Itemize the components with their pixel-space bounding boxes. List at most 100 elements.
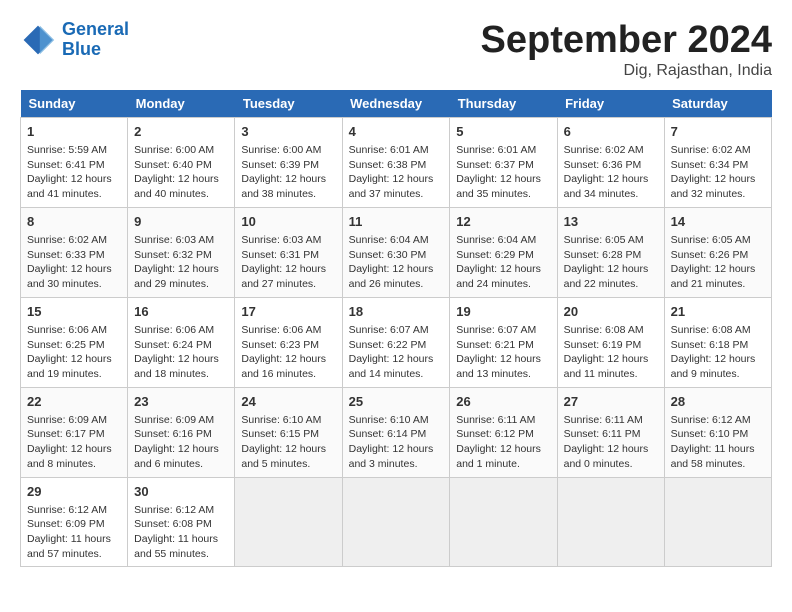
day-info: Sunset: 6:24 PM xyxy=(134,338,228,353)
day-info: Sunrise: 6:11 AM xyxy=(564,413,658,428)
day-number: 24 xyxy=(241,393,335,411)
day-info: Sunset: 6:29 PM xyxy=(456,248,550,263)
day-info: Daylight: 12 hours and 13 minutes. xyxy=(456,352,550,381)
day-info: Sunrise: 6:09 AM xyxy=(27,413,121,428)
day-info: Daylight: 12 hours and 32 minutes. xyxy=(671,172,765,201)
col-header-saturday: Saturday xyxy=(664,90,771,118)
day-info: Sunset: 6:09 PM xyxy=(27,517,121,532)
calendar-cell: 20Sunrise: 6:08 AMSunset: 6:19 PMDayligh… xyxy=(557,297,664,387)
day-info: Sunset: 6:19 PM xyxy=(564,338,658,353)
day-info: Sunrise: 6:05 AM xyxy=(671,233,765,248)
day-info: Sunrise: 6:08 AM xyxy=(564,323,658,338)
day-info: Daylight: 11 hours and 58 minutes. xyxy=(671,442,765,471)
day-info: Sunset: 6:30 PM xyxy=(349,248,444,263)
calendar-cell: 22Sunrise: 6:09 AMSunset: 6:17 PMDayligh… xyxy=(21,387,128,477)
calendar-cell: 30Sunrise: 6:12 AMSunset: 6:08 PMDayligh… xyxy=(128,477,235,567)
day-info: Sunrise: 6:03 AM xyxy=(241,233,335,248)
day-number: 15 xyxy=(27,303,121,321)
day-info: Sunrise: 6:12 AM xyxy=(27,503,121,518)
day-info: Daylight: 12 hours and 24 minutes. xyxy=(456,262,550,291)
day-info: Sunrise: 6:02 AM xyxy=(27,233,121,248)
day-info: Sunrise: 6:05 AM xyxy=(564,233,658,248)
day-number: 17 xyxy=(241,303,335,321)
day-info: Sunrise: 6:10 AM xyxy=(349,413,444,428)
day-number: 6 xyxy=(564,123,658,141)
day-info: Sunset: 6:26 PM xyxy=(671,248,765,263)
calendar-cell xyxy=(664,477,771,567)
day-number: 9 xyxy=(134,213,228,231)
day-info: Sunrise: 6:04 AM xyxy=(456,233,550,248)
calendar-cell xyxy=(342,477,450,567)
day-info: Sunrise: 6:12 AM xyxy=(671,413,765,428)
day-number: 4 xyxy=(349,123,444,141)
day-info: Sunset: 6:39 PM xyxy=(241,158,335,173)
calendar-cell: 18 Sunrise: 6:07 AMSunset: 6:22 PMDayligh… xyxy=(342,297,450,387)
day-number: 8 xyxy=(27,213,121,231)
day-info: Sunrise: 6:04 AM xyxy=(349,233,444,248)
day-info: Daylight: 12 hours and 19 minutes. xyxy=(27,352,121,381)
day-info: Sunrise: 6:00 AM xyxy=(134,143,228,158)
day-number: 27 xyxy=(564,393,658,411)
day-info: Daylight: 12 hours and 34 minutes. xyxy=(564,172,658,201)
day-info: Daylight: 12 hours and 40 minutes. xyxy=(134,172,228,201)
page-header: General Blue September 2024 Dig, Rajasth… xyxy=(20,20,772,80)
calendar-row: 1Sunrise: 5:59 AMSunset: 6:41 PMDaylight… xyxy=(21,117,772,207)
calendar-cell xyxy=(235,477,342,567)
day-info: Sunrise: 6:01 AM xyxy=(456,143,550,158)
day-info: Sunset: 6:18 PM xyxy=(671,338,765,353)
day-info: Sunset: 6:23 PM xyxy=(241,338,335,353)
calendar-cell: 9Sunrise: 6:03 AMSunset: 6:32 PMDaylight… xyxy=(128,207,235,297)
day-info: Sunrise: 6:07 AM xyxy=(349,323,444,338)
col-header-tuesday: Tuesday xyxy=(235,90,342,118)
calendar-cell: 23Sunrise: 6:09 AMSunset: 6:16 PMDayligh… xyxy=(128,387,235,477)
calendar-cell: 19Sunrise: 6:07 AMSunset: 6:21 PMDayligh… xyxy=(450,297,557,387)
calendar-table: SundayMondayTuesdayWednesdayThursdayFrid… xyxy=(20,90,772,568)
calendar-cell: 25Sunrise: 6:10 AMSunset: 6:14 PMDayligh… xyxy=(342,387,450,477)
day-number: 1 xyxy=(27,123,121,141)
day-info: Sunset: 6:16 PM xyxy=(134,427,228,442)
day-info: Daylight: 12 hours and 14 minutes. xyxy=(349,352,444,381)
day-info: Sunset: 6:15 PM xyxy=(241,427,335,442)
calendar-cell: 11Sunrise: 6:04 AMSunset: 6:30 PMDayligh… xyxy=(342,207,450,297)
day-info: Sunrise: 6:12 AM xyxy=(134,503,228,518)
day-info: Daylight: 12 hours and 29 minutes. xyxy=(134,262,228,291)
calendar-row: 8 Sunrise: 6:02 AMSunset: 6:33 PM Daylight… xyxy=(21,207,772,297)
day-number: 18 xyxy=(349,303,444,321)
header-row: SundayMondayTuesdayWednesdayThursdayFrid… xyxy=(21,90,772,118)
day-number: 12 xyxy=(456,213,550,231)
day-info: Daylight: 12 hours and 18 minutes. xyxy=(134,352,228,381)
day-info: Daylight: 12 hours and 38 minutes. xyxy=(241,172,335,201)
calendar-cell: 16Sunrise: 6:06 AMSunset: 6:24 PMDayligh… xyxy=(128,297,235,387)
day-info: Sunrise: 6:07 AM xyxy=(456,323,550,338)
calendar-cell: 28Sunrise: 6:12 AMSunset: 6:10 PMDayligh… xyxy=(664,387,771,477)
calendar-cell: 2Sunrise: 6:00 AMSunset: 6:40 PMDaylight… xyxy=(128,117,235,207)
day-info: Daylight: 12 hours and 8 minutes. xyxy=(27,442,121,471)
calendar-cell: 24Sunrise: 6:10 AMSunset: 6:15 PMDayligh… xyxy=(235,387,342,477)
day-info: Sunrise: 6:09 AM xyxy=(134,413,228,428)
day-info: Daylight: 12 hours and 0 minutes. xyxy=(564,442,658,471)
calendar-cell: 7Sunrise: 6:02 AMSunset: 6:34 PMDaylight… xyxy=(664,117,771,207)
day-info: Sunset: 6:17 PM xyxy=(27,427,121,442)
calendar-cell: 5Sunrise: 6:01 AMSunset: 6:37 PMDaylight… xyxy=(450,117,557,207)
day-info: Daylight: 12 hours and 9 minutes. xyxy=(671,352,765,381)
day-number: 3 xyxy=(241,123,335,141)
calendar-cell: 15Sunrise: 6:06 AMSunset: 6:25 PMDayligh… xyxy=(21,297,128,387)
calendar-cell: 26Sunrise: 6:11 AMSunset: 6:12 PMDayligh… xyxy=(450,387,557,477)
calendar-cell: 8Sunrise: 6:02 AMSunset: 6:33 PMDaylight… xyxy=(21,207,128,297)
calendar-cell xyxy=(557,477,664,567)
day-number: 11 xyxy=(349,213,444,231)
calendar-cell: 21Sunrise: 6:08 AMSunset: 6:18 PMDayligh… xyxy=(664,297,771,387)
day-info: Daylight: 11 hours and 55 minutes. xyxy=(134,532,228,561)
day-info: Sunset: 6:28 PM xyxy=(564,248,658,263)
calendar-cell: 13Sunrise: 6:05 AMSunset: 6:28 PMDayligh… xyxy=(557,207,664,297)
day-number: 5 xyxy=(456,123,550,141)
calendar-cell: 6Sunrise: 6:02 AMSunset: 6:36 PMDaylight… xyxy=(557,117,664,207)
day-info: Sunset: 6:31 PM xyxy=(241,248,335,263)
calendar-cell: 10Sunrise: 6:03 AMSunset: 6:31 PMDayligh… xyxy=(235,207,342,297)
day-info: Daylight: 12 hours and 5 minutes. xyxy=(241,442,335,471)
day-info: Daylight: 12 hours and 37 minutes. xyxy=(349,172,444,201)
day-info: Sunset: 6:12 PM xyxy=(456,427,550,442)
day-info: Sunset: 6:33 PM xyxy=(27,248,121,263)
day-info: Sunset: 6:22 PM xyxy=(349,338,444,353)
day-info: Daylight: 12 hours and 16 minutes. xyxy=(241,352,335,381)
